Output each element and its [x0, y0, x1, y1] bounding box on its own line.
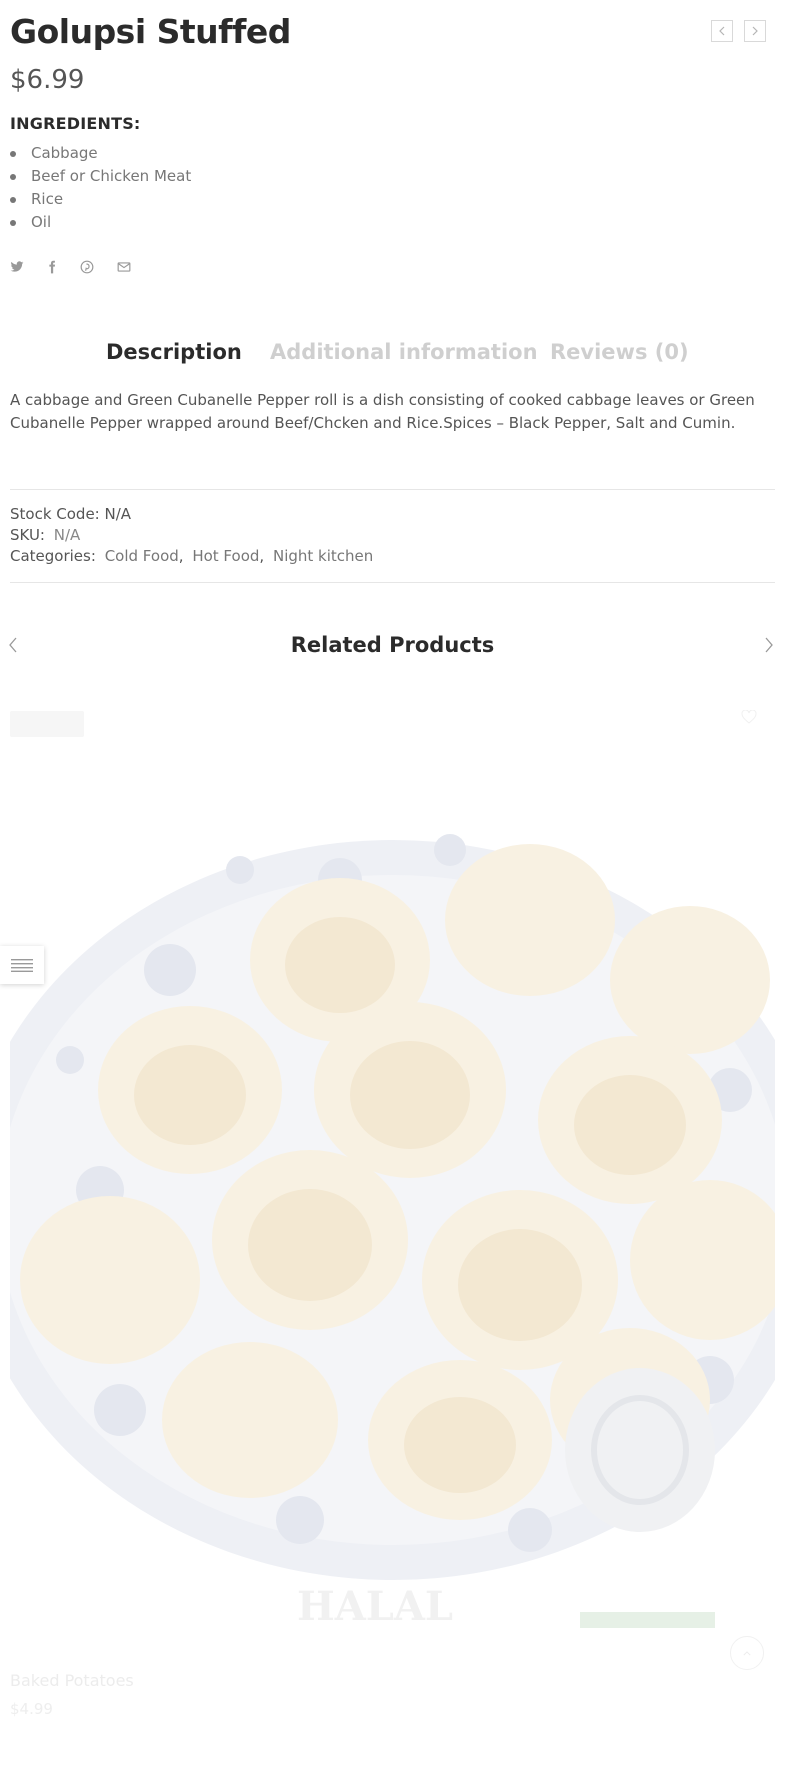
category-separator: , — [178, 547, 184, 565]
share-twitter-link[interactable] — [8, 258, 26, 276]
list-icon — [11, 959, 33, 972]
side-menu-toggle[interactable] — [0, 946, 44, 984]
category-link-night-kitchen[interactable]: Night kitchen — [273, 547, 373, 565]
share-facebook-link[interactable] — [43, 258, 61, 276]
sku-row: SKU: N/A — [10, 524, 80, 546]
next-product-button[interactable] — [744, 20, 766, 42]
product-title: Golupsi Stuffed — [10, 12, 291, 51]
envelope-icon — [117, 262, 131, 272]
chevron-right-icon — [765, 637, 773, 653]
categories-label: Categories: — [10, 547, 96, 565]
heart-icon[interactable] — [741, 709, 757, 724]
share-email-link[interactable] — [115, 258, 133, 276]
baked-potatoes-photo: HALAL — [10, 760, 775, 1640]
divider — [10, 489, 775, 490]
tab-description[interactable]: Description — [106, 335, 242, 369]
halal-watermark: HALAL — [297, 1583, 453, 1630]
category-separator: , — [259, 547, 265, 565]
tab-reviews[interactable]: Reviews (0) — [550, 335, 689, 369]
categories-row: Categories: Cold Food, Hot Food, Night k… — [10, 545, 373, 567]
related-product-name[interactable]: Baked Potatoes — [10, 1669, 134, 1693]
description-text: A cabbage and Green Cubanelle Pepper rol… — [10, 391, 755, 432]
ingredients-heading: INGREDIENTS: — [10, 114, 141, 133]
sku-label: SKU: — [10, 526, 45, 544]
facebook-icon — [49, 260, 56, 274]
chevron-up-icon — [743, 1650, 751, 1655]
stock-code-value: N/A — [104, 505, 132, 523]
twitter-icon — [10, 261, 24, 272]
divider — [10, 582, 775, 583]
category-link-hot-food[interactable]: Hot Food — [192, 547, 259, 565]
prev-product-button[interactable] — [711, 20, 733, 42]
ingredients-list: Cabbage Beef or Chicken Meat Rice Oil — [10, 142, 310, 234]
tab-additional-information[interactable]: Additional information — [270, 335, 538, 369]
sku-value: N/A — [53, 526, 81, 544]
share-pinterest-link[interactable] — [78, 258, 96, 276]
ingredient-item: Cabbage — [10, 142, 310, 165]
ingredient-item: Beef or Chicken Meat — [10, 165, 310, 188]
related-product-price: $4.99 — [10, 1700, 53, 1718]
product-badge — [10, 711, 84, 737]
category-link-cold-food[interactable]: Cold Food — [105, 547, 179, 565]
chevron-left-icon — [9, 637, 17, 653]
product-price: $6.99 — [10, 65, 85, 95]
stock-code-row: Stock Code: N/A — [10, 503, 131, 525]
related-products-heading: Related Products — [290, 633, 495, 657]
related-prev-arrow[interactable] — [8, 637, 22, 653]
chevron-left-icon — [719, 26, 725, 36]
pinterest-icon — [80, 260, 94, 274]
ingredient-item: Rice — [10, 188, 310, 211]
stock-code-label: Stock Code: — [10, 505, 100, 523]
ingredient-item: Oil — [10, 211, 310, 234]
scroll-to-top-button[interactable] — [730, 1636, 764, 1670]
related-next-arrow[interactable] — [764, 637, 778, 653]
related-product-image[interactable]: HALAL — [10, 760, 775, 1640]
chevron-right-icon — [752, 26, 758, 36]
